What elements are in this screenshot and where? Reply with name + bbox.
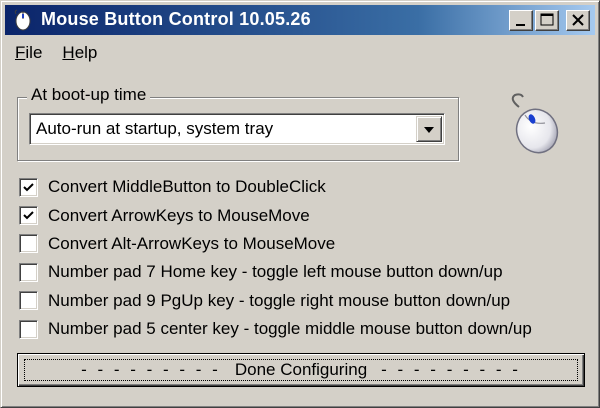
close-button[interactable]	[566, 10, 590, 31]
done-button-label: Done Configuring	[234, 360, 368, 379]
maximize-icon	[540, 13, 554, 26]
checkmark-icon	[23, 182, 34, 192]
button-dashes-left: - - - - - - - - -	[81, 360, 221, 379]
option-label: Convert Alt-ArrowKeys to MouseMove	[48, 233, 336, 253]
boot-mode-value: Auto-run at startup, system tray	[36, 119, 274, 138]
checkmark-icon	[23, 211, 34, 220]
menu-help[interactable]: Help	[52, 39, 107, 67]
option-numpad7-left-toggle[interactable]: Number pad 7 Home key - toggle left mous…	[19, 258, 589, 286]
mouse-icon	[14, 9, 31, 31]
maximize-button[interactable]	[535, 10, 559, 31]
title-bar[interactable]: Mouse Button Control 10.05.26	[5, 5, 595, 35]
button-dashes-right: - - - - - - - - -	[381, 360, 521, 379]
checkbox[interactable]	[19, 234, 38, 254]
option-numpad9-right-toggle[interactable]: Number pad 9 PgUp key - toggle right mou…	[19, 287, 589, 315]
option-label: Convert ArrowKeys to MouseMove	[48, 205, 310, 225]
checkbox[interactable]	[19, 319, 38, 339]
dropdown-arrow-button[interactable]	[416, 116, 442, 142]
focus-rect: - - - - - - - - - Done Configuring - - -…	[24, 359, 578, 381]
checkbox[interactable]	[19, 177, 38, 197]
menu-file-label: ile	[25, 43, 43, 62]
option-label: Number pad 9 PgUp key - toggle right mou…	[48, 290, 511, 310]
option-label: Number pad 5 center key - toggle middle …	[48, 319, 532, 339]
boot-group-label: At boot-up time	[27, 85, 151, 105]
close-icon	[572, 14, 584, 26]
checkbox[interactable]	[19, 291, 38, 311]
minimize-button[interactable]	[509, 10, 533, 31]
option-arrowkeys-mousemove[interactable]: Convert ArrowKeys to MouseMove	[19, 201, 589, 229]
option-alt-arrowkeys-mousemove[interactable]: Convert Alt-ArrowKeys to MouseMove	[19, 230, 589, 258]
mouse-illustration-icon	[511, 93, 559, 154]
window-title: Mouse Button Control 10.05.26	[41, 9, 311, 29]
menu-help-accel: H	[62, 43, 75, 62]
menu-file[interactable]: File	[5, 39, 52, 67]
options-list: Convert MiddleButton to DoubleClick Conv…	[19, 173, 589, 343]
checkbox[interactable]	[19, 262, 38, 282]
menu-bar: File Help	[5, 39, 107, 67]
app-window: Mouse Button Control 10.05.26 File Help …	[0, 0, 600, 408]
option-numpad5-middle-toggle[interactable]: Number pad 5 center key - toggle middle …	[19, 315, 589, 343]
menu-file-accel: F	[15, 43, 26, 62]
boot-mode-select[interactable]: Auto-run at startup, system tray	[29, 113, 445, 145]
checkbox[interactable]	[19, 206, 38, 226]
done-configuring-button[interactable]: - - - - - - - - - Done Configuring - - -…	[17, 353, 585, 387]
option-label: Convert MiddleButton to DoubleClick	[48, 177, 326, 197]
option-label: Number pad 7 Home key - toggle left mous…	[48, 262, 503, 282]
option-middlebutton-doubleclick[interactable]: Convert MiddleButton to DoubleClick	[19, 173, 589, 201]
menu-help-label: elp	[74, 43, 98, 62]
minimize-icon	[516, 24, 525, 26]
